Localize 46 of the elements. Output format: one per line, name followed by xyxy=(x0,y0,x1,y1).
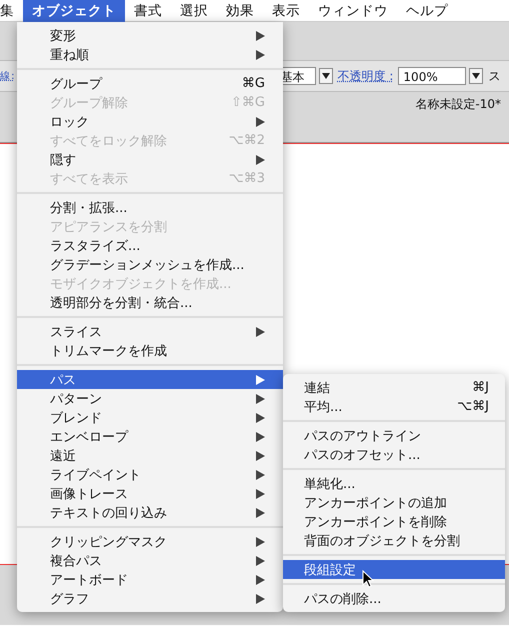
menu-item[interactable]: トリムマークを作成 xyxy=(17,341,283,360)
menu-bar-item[interactable]: 効果 xyxy=(217,0,263,22)
menu-item[interactable]: 単純化... xyxy=(283,474,505,493)
menu-item[interactable]: 画像トレース xyxy=(17,484,283,503)
menu-bar-item[interactable]: ウィンドウ xyxy=(309,0,397,22)
menu-item[interactable]: アンカーポイントの追加 xyxy=(283,493,505,512)
menu-item[interactable]: パス xyxy=(17,370,283,389)
menu-bar-item[interactable]: オブジェクト xyxy=(23,0,125,22)
menu-item[interactable]: ライブペイント xyxy=(17,465,283,484)
stroke-link[interactable]: 線 : xyxy=(0,69,14,83)
menu-item[interactable]: 隠す xyxy=(17,150,283,169)
menu-bar-item[interactable]: 書式 xyxy=(125,0,171,22)
menu-item[interactable]: ラスタライズ... xyxy=(17,236,283,255)
opacity-field[interactable]: 100% xyxy=(398,67,466,85)
menu-item[interactable]: パスの削除... xyxy=(283,589,505,608)
menu-bar-item[interactable]: 選択 xyxy=(171,0,217,22)
menu-item[interactable]: 複合パス xyxy=(17,551,283,570)
menu-item[interactable]: 変形 xyxy=(17,26,283,45)
menu-item[interactable]: テキストの回り込み xyxy=(17,503,283,522)
menu-item[interactable]: 遠近 xyxy=(17,446,283,465)
menu-item[interactable]: スライス xyxy=(17,322,283,341)
menu-item[interactable]: エンベロープ xyxy=(17,427,283,446)
menu-item[interactable]: パスのアウトライン xyxy=(283,426,505,445)
menu-item[interactable]: 段組設定 xyxy=(283,560,505,579)
menu-item[interactable]: グラフ xyxy=(17,589,283,608)
menu-item[interactable]: 重ね順 xyxy=(17,45,283,64)
menu-item[interactable]: グラデーションメッシュを作成... xyxy=(17,255,283,274)
menu-bar-item[interactable]: 表示 xyxy=(263,0,309,22)
menu-item[interactable]: 平均... ⌥⌘J xyxy=(283,397,505,416)
menu-item[interactable]: パスのオフセット... xyxy=(283,445,505,464)
menu-item[interactable]: ロック xyxy=(17,112,283,131)
menu-bar-item[interactable]: ヘルプ xyxy=(397,0,457,22)
menu-item[interactable]: ブレンド xyxy=(17,408,283,427)
menu-item[interactable]: アンカーポイントを削除 xyxy=(283,512,505,531)
menu-item[interactable]: 連結 ⌘J xyxy=(283,378,505,397)
menu-item[interactable]: 背面のオブジェクトを分割 xyxy=(283,531,505,550)
document-title: 名称未設定-10* xyxy=(415,96,501,113)
menu-item[interactable]: 透明部分を分割・統合... xyxy=(17,293,283,312)
menu-item[interactable]: 分割・拡張... xyxy=(17,198,283,217)
mouse-pointer-icon xyxy=(362,570,374,588)
menu-item[interactable]: クリッピングマスク xyxy=(17,532,283,551)
menu-item[interactable]: アートボード xyxy=(17,570,283,589)
opacity-link[interactable]: 不透明度 : xyxy=(338,68,394,84)
control-label: ス xyxy=(488,68,500,84)
menu-bar-item[interactable]: 集 xyxy=(0,0,23,22)
menu-item[interactable]: パターン xyxy=(17,389,283,408)
